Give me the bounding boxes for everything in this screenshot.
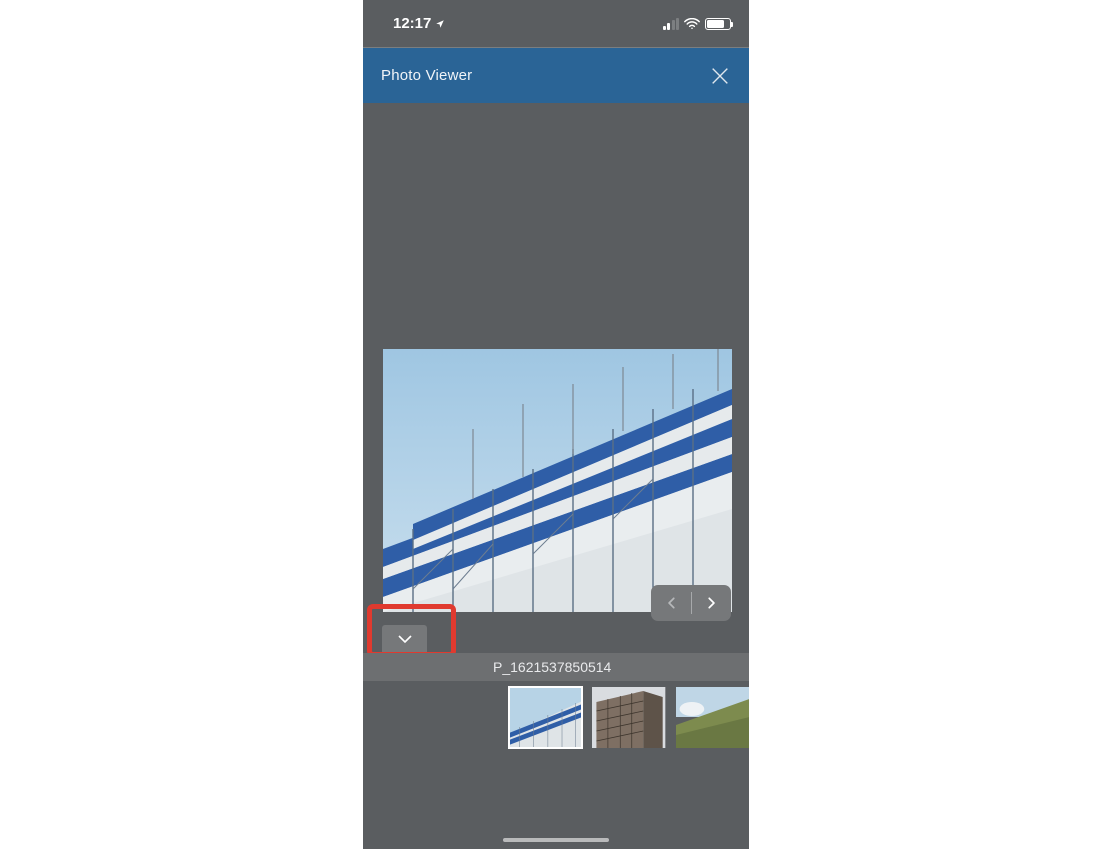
phone-screen: 12:17 Photo Viewer (363, 0, 749, 849)
prev-button[interactable] (653, 585, 691, 621)
thumbnail-strip[interactable] (363, 681, 749, 849)
close-button[interactable] (709, 65, 731, 87)
home-indicator[interactable] (503, 838, 609, 842)
filename-bar: P_1621537850514 (363, 653, 749, 681)
toggle-thumbstrip-button[interactable] (382, 625, 427, 653)
header-title: Photo Viewer (381, 67, 472, 84)
battery-icon (705, 18, 731, 30)
status-left: 12:17 (393, 15, 445, 32)
chevron-left-icon (665, 593, 679, 613)
status-bar: 12:17 (363, 0, 749, 47)
photo-filename: P_1621537850514 (493, 659, 611, 675)
chevron-down-icon (396, 633, 414, 645)
next-button[interactable] (692, 585, 730, 621)
wifi-icon (684, 18, 700, 30)
nav-buttons (651, 585, 731, 621)
status-right (663, 18, 732, 30)
thumbnail-0[interactable] (509, 687, 582, 748)
thumbnail-2[interactable] (676, 687, 749, 748)
thumbnail-1[interactable] (592, 687, 665, 748)
cellular-icon (663, 18, 680, 30)
close-icon (709, 65, 731, 87)
status-time: 12:17 (393, 15, 431, 32)
main-photo[interactable] (383, 349, 732, 612)
stage: 12:17 Photo Viewer (0, 0, 1112, 849)
chevron-right-icon (704, 593, 718, 613)
location-icon (435, 19, 445, 29)
app-header: Photo Viewer (363, 48, 749, 103)
